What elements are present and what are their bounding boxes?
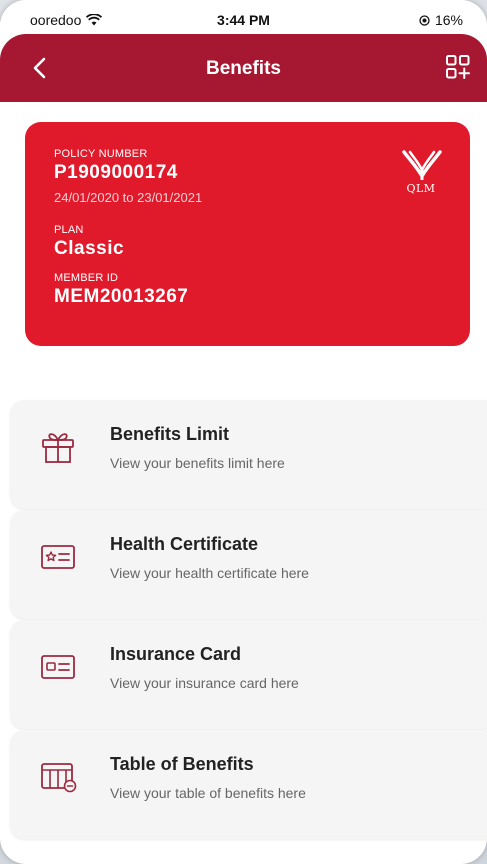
location-icon <box>419 14 430 26</box>
menu-item-subtitle: View your table of benefits here <box>110 785 306 801</box>
gift-icon <box>42 433 74 463</box>
plan-value: Classic <box>54 238 125 259</box>
menu-item-title: Insurance Card <box>110 644 242 664</box>
phone-screen: ooredoo 3:44 PM 16% Benefits POLICY NUMB… <box>0 0 487 864</box>
menu-item-title: Health Certificate <box>110 534 259 554</box>
table-icon <box>41 763 77 793</box>
menu-item-insurance-card[interactable]: Insurance Card View your insurance card … <box>10 620 487 729</box>
app-header: Benefits <box>0 34 487 102</box>
menu-item-subtitle: View your benefits limit here <box>110 455 285 471</box>
policy-card: POLICY NUMBER P1909000174 24/01/2020 to … <box>25 122 470 346</box>
menu-item-title: Benefits Limit <box>110 424 230 444</box>
menu-item-subtitle: View your health certificate here <box>110 565 309 581</box>
menu-item-health-certificate[interactable]: Health Certificate View your health cert… <box>10 510 487 619</box>
page-title: Benefits <box>206 58 281 79</box>
id-card-icon <box>41 655 75 679</box>
qlm-logo-text: QLM <box>406 182 436 195</box>
certificate-icon <box>41 545 75 569</box>
policy-number: P1909000174 <box>54 162 178 183</box>
plan-label: PLAN <box>54 224 84 236</box>
member-id-label: MEMBER ID <box>54 272 119 284</box>
member-id: MEM20013267 <box>54 286 189 307</box>
benefits-menu: Benefits Limit View your benefits limit … <box>10 400 487 840</box>
policy-number-label: POLICY NUMBER <box>54 148 148 160</box>
menu-item-title: Table of Benefits <box>110 754 254 774</box>
battery-percent: 16% <box>434 12 463 28</box>
menu-item-benefits-limit[interactable]: Benefits Limit View your benefits limit … <box>10 400 487 509</box>
battery-indicator: 16% <box>419 12 463 28</box>
menu-item-subtitle: View your insurance card here <box>110 675 299 691</box>
menu-item-table-of-benefits[interactable]: Table of Benefits View your table of ben… <box>10 730 487 839</box>
policy-dates: 24/01/2020 to 23/01/2021 <box>54 190 203 205</box>
status-bar: ooredoo 3:44 PM 16% <box>0 0 487 34</box>
grid-add-icon[interactable] <box>445 54 471 80</box>
clock: 3:44 PM <box>217 12 270 28</box>
